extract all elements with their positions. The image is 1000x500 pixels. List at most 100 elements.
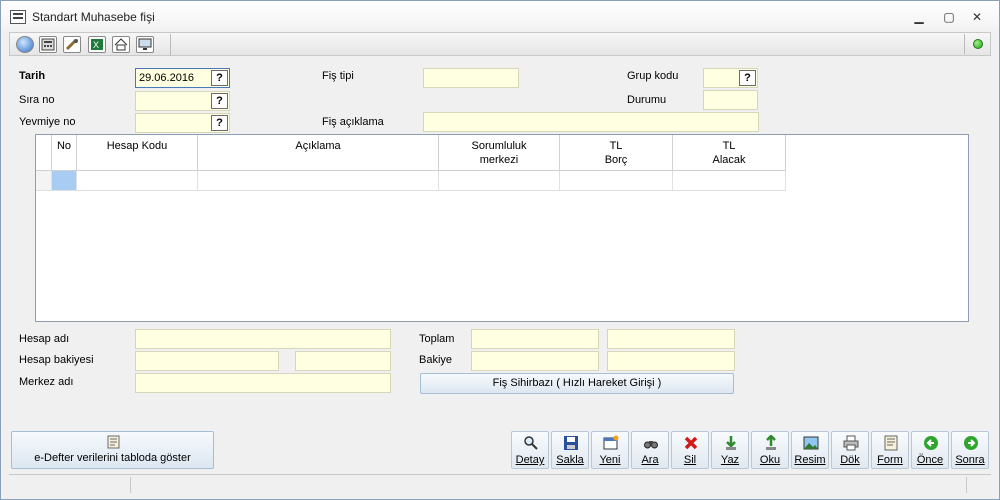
write-arrow-icon [726,436,736,450]
arrow-right-icon [964,436,978,450]
row-indicator[interactable] [36,171,52,191]
durumu-field[interactable] [703,90,758,110]
tarih-field[interactable]: 29.06.2016 ? [135,68,230,88]
hesap-adi-field[interactable] [135,329,391,349]
resim-label: Resim [794,454,826,466]
col-sorumluluk-merkezi[interactable]: Sorumluluk merkezi [439,135,560,171]
cell-aciklama[interactable] [198,171,439,191]
fis-tipi-field[interactable] [423,68,519,88]
grup-kodu-label: Grup kodu [627,70,679,82]
tarih-lookup-button[interactable]: ? [211,70,228,86]
tarih-label: Tarih [19,70,46,82]
col-tl-alacak[interactable]: TL Alacak [673,135,786,171]
hesap-bakiyesi-field-2[interactable] [295,351,391,371]
yevmiye-lookup-button[interactable]: ? [211,115,228,131]
toplam-alacak-field[interactable] [607,329,735,349]
sakla-label: Sakla [556,454,584,466]
yaz-label: Yaz [720,454,740,466]
hesap-bakiyesi-label: Hesap bakiyesi [19,354,94,366]
oku-label: Oku [759,454,781,466]
sira-label: Sıra no [19,94,55,106]
main-window: Standart Muhasebe fişi ▁ ▢ ✕ X Tarih 29.… [0,0,1000,500]
status-bar [9,474,991,494]
merkez-adi-field[interactable] [135,373,391,393]
hesap-adi-label: Hesap adı [19,333,70,345]
minimize-button[interactable]: ▁ [909,9,929,25]
once-label: Önce [916,454,944,466]
status-cell-1 [9,477,131,493]
screen-icon[interactable] [136,36,154,53]
help-icon[interactable] [16,36,34,53]
status-cell-2 [131,477,967,493]
fis-aciklama-field[interactable] [423,112,759,132]
sil-button[interactable]: Sil [671,431,709,469]
arrow-left-icon [924,436,938,450]
bakiye-label: Bakiye [419,354,453,366]
maximize-button[interactable]: ▢ [939,9,959,25]
oku-button[interactable]: Oku [751,431,789,469]
fis-tipi-label: Fiş tipi [322,70,354,82]
close-button[interactable]: ✕ [967,9,987,25]
sil-label: Sil [683,454,697,466]
cell-no[interactable] [52,171,77,191]
new-window-icon [603,435,619,450]
read-arrow-icon [766,435,776,450]
edefter-button[interactable]: e-Defter verilerini tabloda göster [11,431,214,469]
grup-kodu-field[interactable]: ? [703,68,758,88]
yevmiye-field[interactable]: ? [135,113,230,133]
cell-hesap-kodu[interactable] [77,171,198,191]
home-icon[interactable] [112,36,130,53]
svg-text:X: X [93,40,99,50]
edefter-label: e-Defter verilerini tabloda göster [34,452,191,464]
form-label: Form [877,454,903,466]
ara-label: Ara [641,454,659,466]
form-icon [884,435,898,451]
col-no[interactable]: No [52,135,77,171]
title-bar: Standart Muhasebe fişi ▁ ▢ ✕ [1,1,999,31]
resim-button[interactable]: Resim [791,431,829,469]
bakiye-borc-field[interactable] [471,351,599,371]
fis-sihirbazi-button[interactable]: Fiş Sihirbazı ( Hızlı Hareket Girişi ) [420,373,734,394]
bakiye-alacak-field[interactable] [607,351,735,371]
durumu-label: Durumu [627,94,667,106]
hesap-bakiyesi-field[interactable] [135,351,279,371]
binoculars-icon [644,441,658,449]
ara-button[interactable]: Ara [631,431,669,469]
col-tl-borc[interactable]: TL Borç [560,135,673,171]
sonra-button[interactable]: Sonra [951,431,989,469]
status-indicator [964,34,988,54]
delete-x-icon [684,436,698,450]
tools-icon[interactable] [63,36,81,53]
document-icon [107,435,120,449]
detay-label: Detay [515,454,545,466]
toplam-borc-field[interactable] [471,329,599,349]
detay-button[interactable]: Detay [511,431,549,469]
col-aciklama[interactable]: Açıklama [198,135,439,171]
sira-field[interactable]: ? [135,91,230,111]
once-button[interactable]: Önce [911,431,949,469]
app-icon [10,10,26,24]
grup-kodu-lookup-button[interactable]: ? [739,70,756,86]
cell-tl-borc[interactable] [560,171,673,191]
yeni-label: Yeni [599,454,621,466]
calculator-icon[interactable] [39,36,57,53]
sira-lookup-button[interactable]: ? [211,93,228,109]
yaz-button[interactable]: Yaz [711,431,749,469]
sakla-button[interactable]: Sakla [551,431,589,469]
dok-button[interactable]: Dök [831,431,869,469]
toolbar-icon-group: X [12,34,171,55]
picture-icon [803,436,819,450]
excel-icon[interactable]: X [88,36,106,53]
yeni-button[interactable]: Yeni [591,431,629,469]
col-hesap-kodu[interactable]: Hesap Kodu [77,135,198,171]
floppy-icon [564,436,578,450]
printer-icon [843,435,859,451]
entries-grid[interactable]: No Hesap Kodu Açıklama Sorumluluk merkez… [35,134,969,322]
grid-corner [36,135,52,171]
cell-sorumluluk-merkezi[interactable] [439,171,560,191]
cell-tl-alacak[interactable] [673,171,786,191]
toplam-label: Toplam [419,333,455,345]
form-button[interactable]: Form [871,431,909,469]
merkez-adi-label: Merkez adı [19,376,74,388]
window-title: Standart Muhasebe fişi [32,10,155,24]
